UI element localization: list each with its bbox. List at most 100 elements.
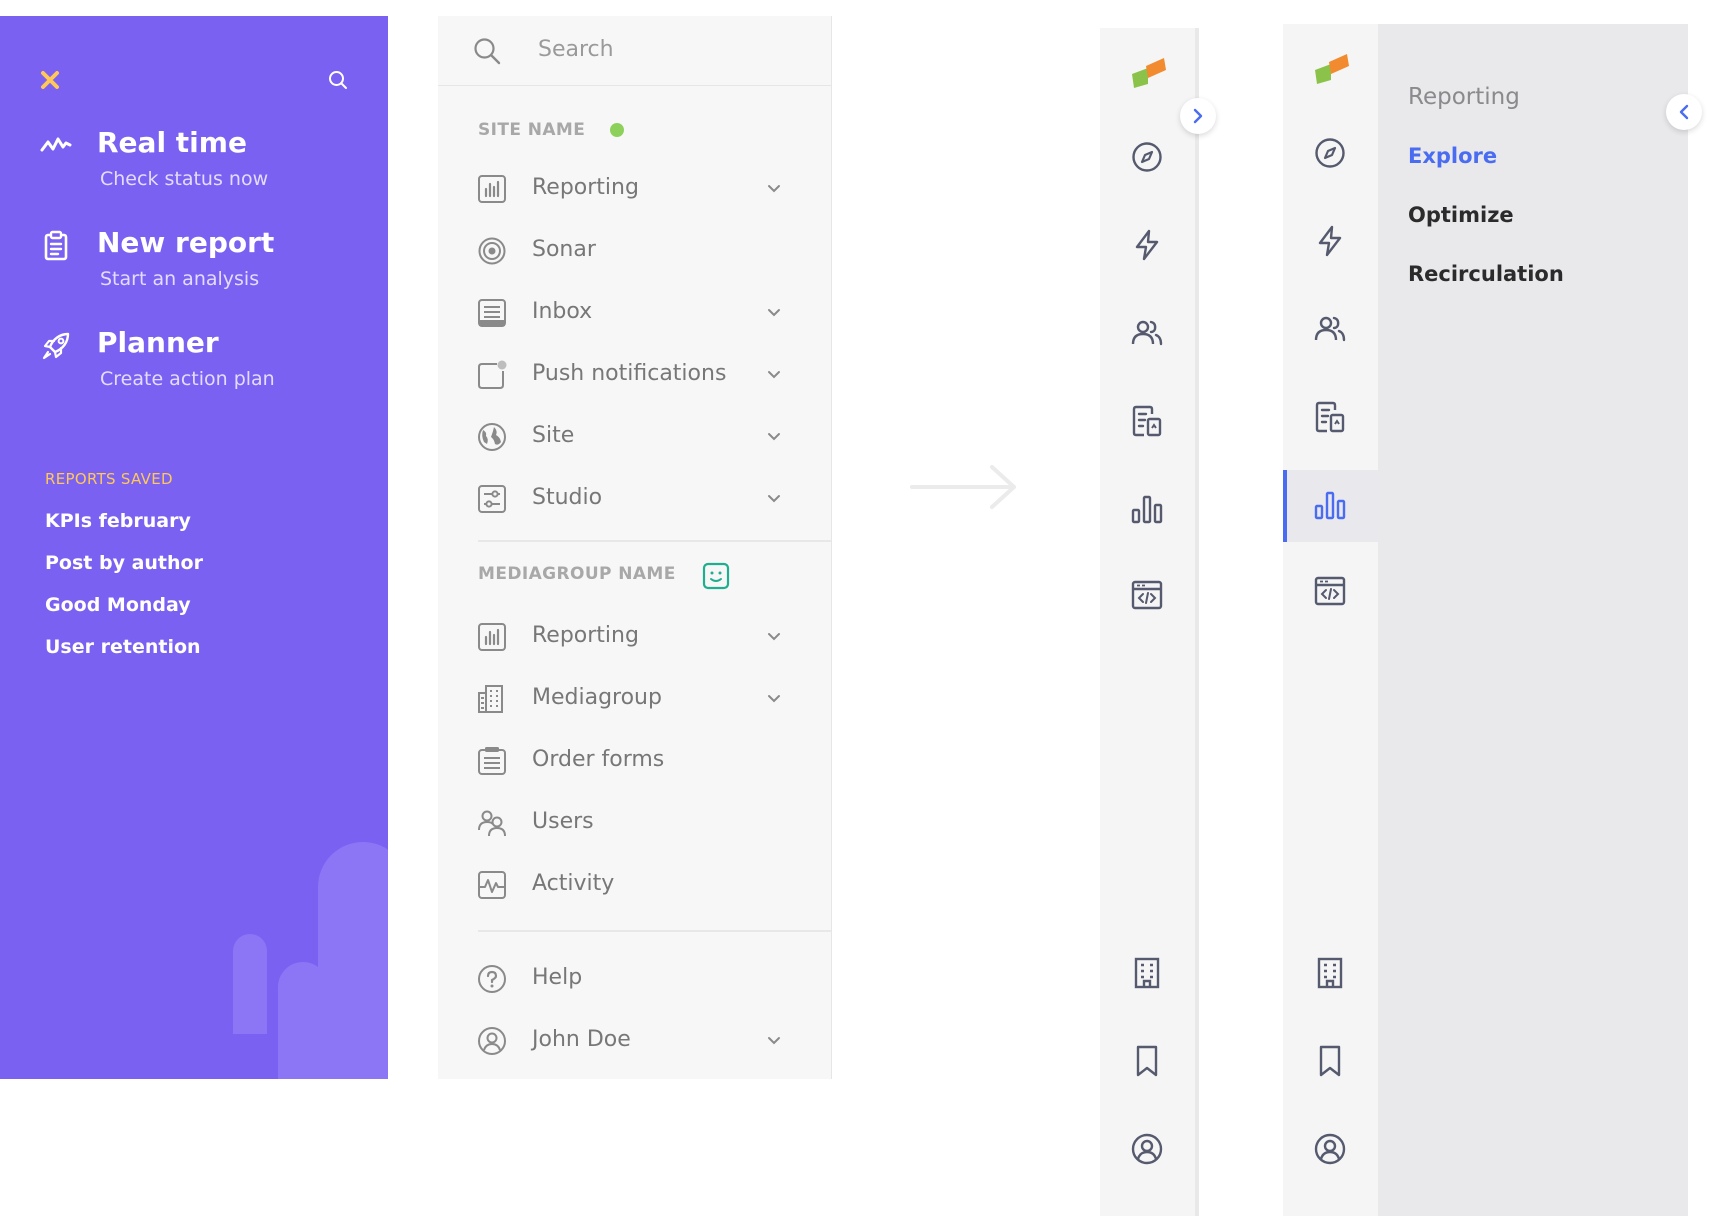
globe-icon: [478, 423, 506, 451]
sliders-icon: [478, 485, 506, 513]
chevron-down-icon[interactable]: [766, 429, 782, 445]
saved-report-item[interactable]: Post by author: [45, 552, 203, 574]
bar-chart-icon[interactable]: [1130, 492, 1164, 526]
decorative-shape: [318, 842, 388, 1079]
menu-item-label: Inbox: [532, 299, 593, 324]
menu-item-label: Site: [532, 423, 575, 448]
search-input[interactable]: Search: [538, 37, 614, 62]
code-window-icon[interactable]: [1313, 574, 1347, 608]
action-title: Planner: [97, 326, 219, 359]
code-window-icon[interactable]: [1130, 578, 1164, 612]
chevron-down-icon[interactable]: [766, 305, 782, 321]
menu-item-reporting[interactable]: Reporting: [438, 164, 831, 214]
saved-report-item[interactable]: KPIs february: [45, 510, 191, 532]
navigation-menu: Search SITE NAME Reporting Sonar Inbox P…: [438, 16, 832, 1079]
menu-item-sonar[interactable]: Sonar: [438, 226, 831, 276]
inbox-icon: [478, 299, 506, 327]
search-bar[interactable]: Search: [438, 16, 831, 86]
search-icon[interactable]: [326, 68, 350, 92]
submenu-item-optimize[interactable]: Optimize: [1408, 203, 1514, 227]
menu-item-label: Sonar: [532, 237, 596, 262]
decorative-shape: [278, 962, 328, 1079]
chevron-down-icon[interactable]: [766, 629, 782, 645]
rocket-icon: [42, 332, 70, 360]
chevron-right-icon: [1193, 108, 1203, 124]
section-divider: [478, 930, 831, 932]
status-dot: [610, 123, 624, 137]
submenu-item-recirculation[interactable]: Recirculation: [1408, 262, 1564, 286]
reporting-submenu: Reporting Explore Optimize Recirculation: [1378, 24, 1688, 1216]
saved-report-item[interactable]: User retention: [45, 636, 201, 658]
menu-item-label: Reporting: [532, 175, 639, 200]
site-name-label: SITE NAME: [478, 120, 586, 140]
chevron-down-icon[interactable]: [766, 1033, 782, 1049]
menu-item-studio[interactable]: Studio: [438, 474, 831, 524]
target-icon: [478, 237, 506, 265]
bar-chart-icon: [478, 175, 506, 203]
quick-actions-panel: Real time Check status now New report St…: [0, 16, 388, 1079]
menu-item-label: Mediagroup: [532, 685, 662, 710]
building-icon[interactable]: [1313, 956, 1347, 990]
menu-item-label: Studio: [532, 485, 603, 510]
icon-rail-collapsed: [1100, 28, 1195, 1216]
close-icon[interactable]: [36, 66, 64, 94]
menu-item-users[interactable]: Users: [438, 798, 831, 848]
menu-item-label: Activity: [532, 871, 615, 896]
action-subtitle: Check status now: [100, 168, 269, 190]
menu-item-label: Reporting: [532, 623, 639, 648]
menu-item-label: Order forms: [532, 747, 665, 772]
bookmark-icon[interactable]: [1313, 1044, 1347, 1078]
bar-chart-icon[interactable]: [1313, 488, 1347, 522]
submenu-item-explore[interactable]: Explore: [1408, 144, 1497, 168]
action-subtitle: Create action plan: [100, 368, 275, 390]
menu-item-inbox[interactable]: Inbox: [438, 288, 831, 338]
document-search-icon[interactable]: [1313, 400, 1347, 434]
action-title: New report: [97, 226, 275, 259]
mediagroup-name-label: MEDIAGROUP NAME: [478, 564, 676, 584]
users-icon: [478, 810, 506, 837]
document-search-icon[interactable]: [1130, 404, 1164, 438]
building-icon[interactable]: [1130, 956, 1164, 990]
lightning-icon[interactable]: [1313, 224, 1347, 258]
bookmark-icon[interactable]: [1130, 1044, 1164, 1078]
menu-item-help[interactable]: Help: [438, 954, 831, 1004]
pulse-icon: [40, 137, 72, 152]
clipboard-icon: [44, 230, 68, 261]
chevron-down-icon[interactable]: [766, 691, 782, 707]
smiley-icon: [702, 562, 730, 590]
lightning-icon[interactable]: [1130, 228, 1164, 262]
logo-icon: [1315, 54, 1349, 84]
search-icon: [474, 38, 501, 65]
help-icon: [478, 965, 506, 993]
chevron-down-icon[interactable]: [766, 367, 782, 383]
notification-icon: [478, 360, 507, 389]
collapse-button[interactable]: [1666, 94, 1702, 130]
saved-report-item[interactable]: Good Monday: [45, 594, 191, 616]
menu-item-site[interactable]: Site: [438, 412, 831, 462]
menu-item-activity[interactable]: Activity: [438, 860, 831, 910]
menu-item-label: Users: [532, 809, 594, 834]
chevron-down-icon[interactable]: [766, 491, 782, 507]
user-icon[interactable]: [1313, 1132, 1347, 1166]
menu-item-mediagroup-reporting[interactable]: Reporting: [438, 612, 831, 662]
logo-icon: [1132, 58, 1166, 88]
icon-rail-expanded: [1283, 24, 1378, 1216]
compass-icon[interactable]: [1313, 136, 1347, 170]
user-icon: [478, 1027, 506, 1055]
action-subtitle: Start an analysis: [100, 268, 260, 290]
user-icon[interactable]: [1130, 1132, 1164, 1166]
users-icon[interactable]: [1130, 316, 1164, 350]
rail-border: [1195, 28, 1199, 1216]
menu-item-push-notifications[interactable]: Push notifications: [438, 350, 831, 400]
menu-item-order-forms[interactable]: Order forms: [438, 736, 831, 786]
chevron-left-icon: [1679, 104, 1689, 120]
compass-icon[interactable]: [1130, 140, 1164, 174]
action-title: Real time: [97, 126, 247, 159]
menu-item-user-profile[interactable]: John Doe: [438, 1016, 831, 1066]
menu-item-mediagroup[interactable]: Mediagroup: [438, 674, 831, 724]
chevron-down-icon[interactable]: [766, 181, 782, 197]
expand-button[interactable]: [1180, 98, 1216, 134]
section-divider: [478, 540, 831, 542]
users-icon[interactable]: [1313, 312, 1347, 346]
menu-item-label: Push notifications: [532, 361, 727, 386]
